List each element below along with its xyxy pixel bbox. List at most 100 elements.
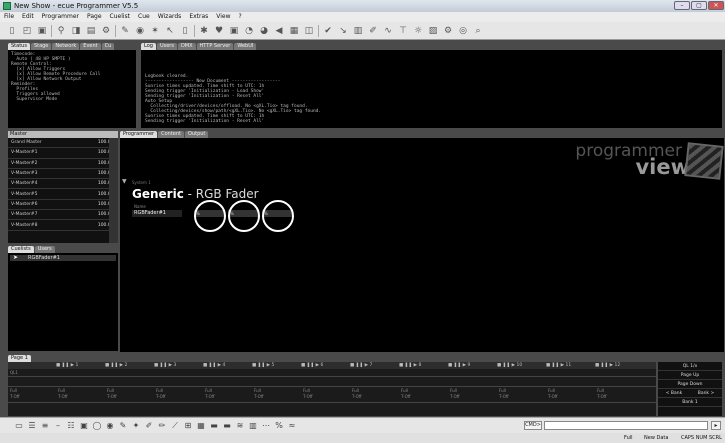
maximize-button[interactable]: ▢ [691,1,707,10]
executor-cell[interactable]: Full [254,388,261,393]
numbers-icon[interactable]: ⋯ [261,421,271,431]
master-row[interactable]: Grand Master 100.0% [8,138,118,149]
menu-cuelist[interactable]: Cuelist [106,12,135,22]
fixture-name-field[interactable]: RGBFader#1 [132,210,182,217]
brush-icon[interactable]: ✏ [157,421,167,431]
star-icon[interactable]: ✱ [198,25,210,37]
executor-cell[interactable]: T-Off [107,394,117,399]
executor-cell[interactable]: Full [548,388,555,393]
executor-col[interactable]: ■ ❚❚ ▶ 6 [301,362,324,369]
command-input[interactable] [544,421,708,430]
executor-cell[interactable]: Full [58,388,65,393]
grid-icon[interactable]: ▦ [196,421,206,431]
layers-icon[interactable]: ▨ [427,25,439,37]
search-icon[interactable]: ⌕ [472,25,484,37]
executor-cell[interactable]: T-Off [58,394,68,399]
ql-button[interactable]: QL 1/x [658,362,722,371]
executor-cell[interactable]: Full [450,388,457,393]
master-row[interactable]: V-Master#2 100.0% [8,159,118,169]
doc-icon[interactable]: ▯ [179,25,191,37]
close-button[interactable]: ✕ [708,1,724,10]
rows-icon[interactable]: ☷ [66,421,76,431]
record-icon[interactable]: ◉ [134,25,146,37]
command-go-button[interactable]: ▸ [711,421,721,430]
display-icon[interactable]: ▣ [228,25,240,37]
fixture-icon[interactable]: ◨ [70,25,82,37]
executor-col[interactable]: ■ ❚❚ ▶ 12 [595,362,621,369]
executor-cell[interactable]: T-Off [401,394,411,399]
executor-col[interactable]: ■ ❚❚ ▶ 10 [497,362,523,369]
master-row[interactable]: V-Master#8 100.0% [8,220,118,231]
master-row[interactable]: V-Master#1 100.0% [8,148,118,159]
executor-cell[interactable]: T-Off [303,394,313,399]
slash-icon[interactable]: ⟋ [170,421,180,431]
columns-icon[interactable]: ▥ [248,421,258,431]
pen-icon[interactable]: ✐ [144,421,154,431]
menu-help[interactable]: ? [235,12,246,22]
camera-icon[interactable]: ◎ [457,25,469,37]
lamp-icon[interactable]: ✔ [322,25,334,37]
align-icon[interactable]: ☰ [27,421,37,431]
executor-cell[interactable]: Full [597,388,604,393]
pencil-icon[interactable]: ✎ [118,421,128,431]
dot-circle-icon[interactable]: ◉ [105,421,115,431]
tab-http-server[interactable]: HTTP Server [196,43,234,50]
executor-cell[interactable]: T-Off [548,394,558,399]
picture-icon[interactable]: ▣ [79,421,89,431]
wave-icon[interactable]: ≈ [287,421,297,431]
patch-icon[interactable]: ⚲ [55,25,67,37]
page-up-button[interactable]: Page Up [658,371,722,380]
menu-edit[interactable]: Edit [18,12,38,22]
tab-programmer[interactable]: Programmer [120,131,158,138]
circle-icon[interactable]: ◯ [92,421,102,431]
stack-icon[interactable]: ▥ [352,25,364,37]
bar-icon[interactable]: ▬ [209,421,219,431]
tab-content[interactable]: Content [158,131,184,138]
master-scrollbar[interactable] [109,138,118,243]
fader-icon[interactable]: ◫ [303,25,315,37]
master-row[interactable]: V-Master#7 100.0% [8,210,118,221]
arrow-icon[interactable]: ↖ [164,25,176,37]
executor-col[interactable]: ■ ❚❚ ▶ 3 [154,362,177,369]
tab-cuelists[interactable]: Cuelists [8,246,34,253]
list-icon[interactable]: ▭ [14,421,24,431]
tab-event[interactable]: Event [80,43,101,50]
open-file-icon[interactable]: ◰ [21,25,33,37]
executor-cell[interactable]: T-Off [352,394,362,399]
menu-cue[interactable]: Cue [134,12,154,22]
executor-cell[interactable]: T-Off [450,394,460,399]
master-row[interactable]: V-Master#5 100.0% [8,189,118,200]
menu-page[interactable]: Page [83,12,106,22]
collapse-arrow-icon[interactable]: ▼ [122,178,127,185]
executor-cell[interactable]: Full [107,388,114,393]
percent-icon[interactable]: % [274,421,284,431]
pen-icon[interactable]: ✐ [367,25,379,37]
executor-cell[interactable]: T-Off [254,394,264,399]
tab-page-1[interactable]: Page 1 [8,355,31,362]
lines-icon[interactable]: ≡ [40,421,50,431]
executor-col[interactable]: ■ ❚❚ ▶ 8 [399,362,422,369]
brush-icon[interactable]: ∿ [382,25,394,37]
cuelist-item[interactable]: ➤ RGBFader#1 [10,255,116,261]
executor-col[interactable]: ■ ❚❚ ▶ 11 [546,362,572,369]
tab-log[interactable]: Log [141,43,156,50]
tab-webui[interactable]: WebUI [234,43,257,50]
tab-status[interactable]: Status [8,43,30,50]
minimize-button[interactable]: – [674,1,690,10]
executor-col[interactable]: ■ ❚❚ ▶ 9 [448,362,471,369]
master-row[interactable]: V-Master#3 100.0% [8,169,118,180]
menu-view[interactable]: View [212,12,234,22]
executor-cell[interactable]: Full [352,388,359,393]
play-circle-icon[interactable]: ◔ [243,25,255,37]
executor-col[interactable]: ■ ❚❚ ▶ 4 [203,362,226,369]
executor-cell[interactable]: T-Off [597,394,607,399]
wand-icon[interactable]: ✎ [119,25,131,37]
executor-cell[interactable]: Full [499,388,506,393]
save-icon[interactable]: ▣ [36,25,48,37]
beam-icon[interactable]: ↘ [337,25,349,37]
tab-cuelist-users[interactable]: Users [34,246,55,253]
executor-cell[interactable]: T-Off [499,394,509,399]
executor-cell[interactable]: Full [303,388,310,393]
executor-col[interactable]: ■ ❚❚ ▶ 5 [252,362,275,369]
tab-network[interactable]: Network [52,43,80,50]
